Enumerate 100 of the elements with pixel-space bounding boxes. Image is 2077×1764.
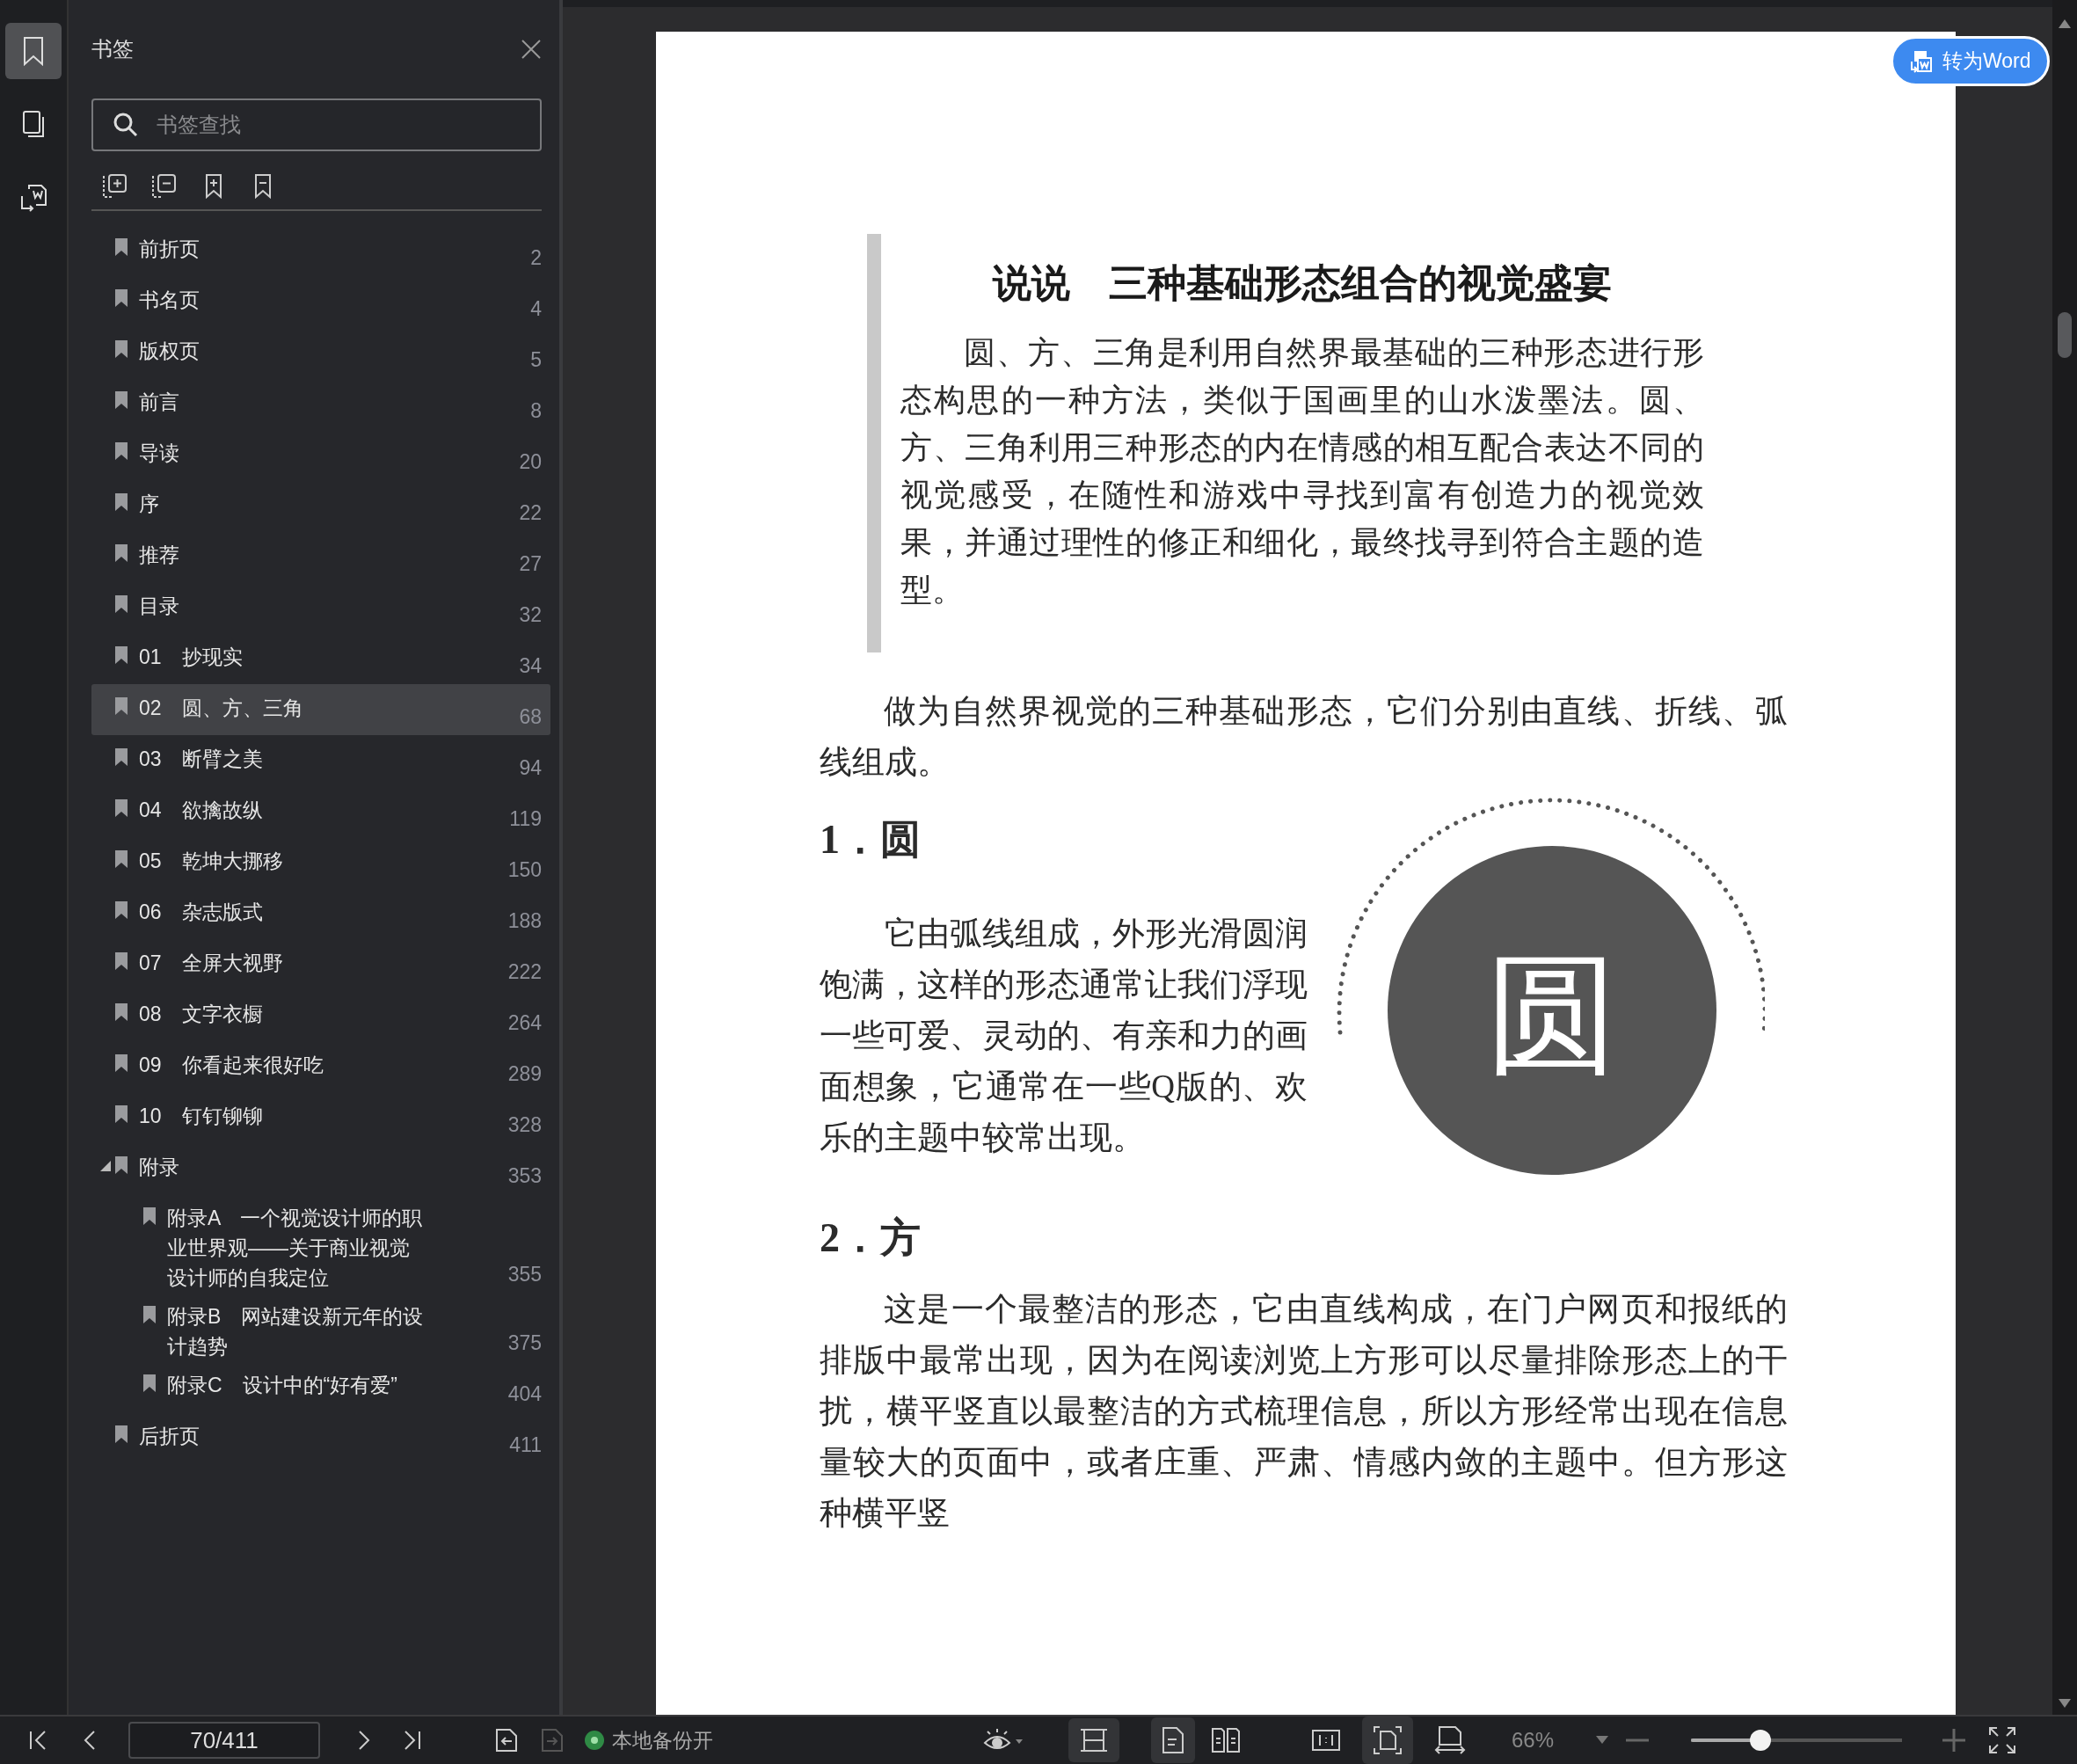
bookmark-label: 前折页: [139, 237, 200, 262]
page-number: 355: [506, 1261, 543, 1287]
zoom-in-icon: [1942, 1729, 1966, 1752]
bookmark-item[interactable]: 07 全屏大视野 222: [91, 939, 550, 990]
bookmark-item[interactable]: 附录B 网站建设新元年的设计趋势 375: [91, 1293, 550, 1361]
bookmark-icon: [114, 645, 128, 665]
bookmark-item[interactable]: 书名页 4: [91, 276, 550, 327]
bookmark-icon: [114, 1155, 128, 1175]
slider-thumb[interactable]: [1750, 1730, 1772, 1751]
bookmark-item[interactable]: 04 欲擒故纵 119: [91, 786, 550, 837]
convert-icon: [1909, 48, 1934, 74]
bookmark-item[interactable]: 03 断臂之美 94: [91, 735, 550, 786]
page-number: 5: [529, 346, 543, 373]
page-number: 188: [506, 908, 543, 934]
sidebar-tab[interactable]: [5, 23, 62, 79]
bookmark-label: 09 你看起来很好吃: [139, 1053, 324, 1078]
bookmark-item[interactable]: 05 乾坤大挪移 150: [91, 837, 550, 888]
forward-icon: [540, 1727, 565, 1753]
pages-icon: [20, 110, 47, 140]
bookmark-label: 推荐: [139, 543, 180, 568]
bookmark-icon: [114, 1104, 128, 1124]
page-number: 264: [506, 1010, 543, 1036]
zoom-out-icon: [1626, 1738, 1650, 1742]
bookmark-label: 03 断臂之美: [139, 747, 264, 772]
page-number: 27: [518, 550, 543, 577]
first-page-icon: [28, 1730, 47, 1751]
search-icon: [113, 112, 139, 138]
section-heading: 1．圆: [820, 816, 922, 864]
bookmark-label: 附录C 设计中的“好有爱”: [167, 1373, 398, 1398]
bookmark-icon: [114, 237, 128, 257]
bookmark-icon: [114, 900, 128, 920]
bookmark-label: 版权页: [139, 339, 200, 364]
bookmark-label: 07 全屏大视野: [139, 951, 284, 976]
bookmark-icon: [114, 951, 128, 971]
collapse-all-button[interactable]: [151, 172, 178, 199]
bookmark-item[interactable]: 08 文字衣橱 264: [91, 990, 550, 1041]
bookmark-icon: [114, 441, 128, 461]
bookmark-label: 导读: [139, 441, 180, 466]
bookmark-item[interactable]: 导读 20: [91, 429, 550, 480]
page-number: 411: [508, 1432, 543, 1458]
bookmark-icon: [114, 1425, 128, 1444]
expand-all-button[interactable]: [102, 172, 128, 199]
bookmark-label: 02 圆、方、三角: [139, 696, 304, 721]
bookmark-item[interactable]: 01 抄现实 34: [91, 633, 550, 684]
bookmark-label: 后折页: [139, 1424, 200, 1449]
bookmark-item[interactable]: 推荐 27: [91, 531, 550, 582]
page-number: 22: [518, 499, 543, 526]
bookmark-item[interactable]: 附录A 一个视觉设计师的职业世界观——关于商业视觉设计师的自我定位 355: [91, 1194, 550, 1293]
bookmark-item[interactable]: 09 你看起来很好吃 289: [91, 1041, 550, 1092]
bookmark-label: 目录: [139, 594, 180, 619]
backup-status: 本地备份开: [612, 1727, 713, 1753]
continuous-scroll-button[interactable]: [1068, 1718, 1119, 1762]
scroll-up-arrow-icon[interactable]: [2059, 19, 2071, 28]
bookmark-label: 书名页: [139, 288, 200, 313]
bookmark-icon: [114, 747, 128, 767]
bookmark-icon: [142, 1206, 157, 1226]
zoom-percentage: 66%: [1512, 1727, 1555, 1753]
bookmark-item[interactable]: 前折页 2: [91, 225, 550, 276]
bookmark-item[interactable]: 前言 8: [91, 378, 550, 429]
fit-width-icon: [1434, 1725, 1466, 1755]
page-number: 68: [518, 703, 543, 730]
page-number-field[interactable]: 70/411: [128, 1722, 320, 1759]
bookmark-icon: [114, 492, 128, 512]
fullscreen-icon: [1988, 1726, 2017, 1754]
single-page-icon: [1162, 1726, 1184, 1754]
fit-page-icon: [1373, 1725, 1403, 1755]
bookmark-icon: [142, 1305, 157, 1324]
bookmark-item[interactable]: 02 圆、方、三角 68: [91, 684, 550, 735]
page-number: 150: [506, 856, 543, 883]
bookmark-icon: [114, 594, 128, 614]
bookmark-label: 附录: [139, 1155, 180, 1180]
page-number: 375: [506, 1330, 543, 1356]
section-heading: 2．方: [820, 1214, 922, 1262]
bookmark-item[interactable]: 附录C 设计中的“好有爱” 404: [91, 1361, 550, 1412]
intro-paragraph: 做为自然界视觉的三种基础形态，它们分别由直线、折线、弧线组成。: [820, 692, 1788, 782]
bookmark-icon: [114, 849, 128, 869]
last-page-icon: [403, 1730, 422, 1751]
page-number: 4: [529, 295, 543, 322]
scrollbar-thumb[interactable]: [2058, 312, 2072, 358]
single-page-button[interactable]: [1151, 1717, 1195, 1763]
search-field[interactable]: 书签查找: [91, 98, 542, 151]
scroll-down-arrow-icon[interactable]: [2059, 1699, 2071, 1708]
bookmark-item[interactable]: 06 杂志版式 188: [91, 888, 550, 939]
bookmark-item[interactable]: 10 钉钉铆铆 328: [91, 1092, 550, 1143]
panel-title: 书签: [91, 36, 134, 62]
fit-page-button[interactable]: [1362, 1717, 1413, 1764]
bookmark-item[interactable]: 后折页 411: [91, 1412, 550, 1463]
bookmark-item[interactable]: 附录 353: [91, 1143, 550, 1194]
bookmark-item[interactable]: 序 22: [91, 480, 550, 531]
bookmark-icon: [114, 1053, 128, 1073]
page-number: 2: [529, 244, 543, 271]
expand-caret-icon[interactable]: [100, 1161, 111, 1171]
bookmark-label: 06 杂志版式: [139, 900, 264, 925]
quote-paragraph: 圆、方、三角是利用自然界最基础的三种形态进行形态构思的一种方法，类似于国画里的山水泼墨法。圆、方、三角利用三种形态的内在情感的相互配合表达不同的视觉感受，在随性和游戏中寻找到富有创造力的视觉效果，并通过理性的修正和细化，最终找寻到符合主题的造型。: [900, 334, 1704, 609]
bookmark-item[interactable]: 版权页 5: [91, 327, 550, 378]
page-number: 222: [506, 959, 543, 985]
bookmark-item[interactable]: 目录 32: [91, 582, 550, 633]
bookmark-label: 序: [139, 492, 160, 517]
section-paragraph: 这是一个最整洁的形态，它由直线构成，在门户网页和报纸的排版中最常出现，因为在阅读浏览上方形可以尽量排除形态上的干扰，横平竖直以最整洁的方式梳理信息，所以方形经常出现在信息量较大的页面中，或者庄重、严肃、情感内敛的主题中。但方形这种横平竖: [820, 1290, 1788, 1533]
dropdown-caret-icon[interactable]: [1596, 1736, 1609, 1745]
